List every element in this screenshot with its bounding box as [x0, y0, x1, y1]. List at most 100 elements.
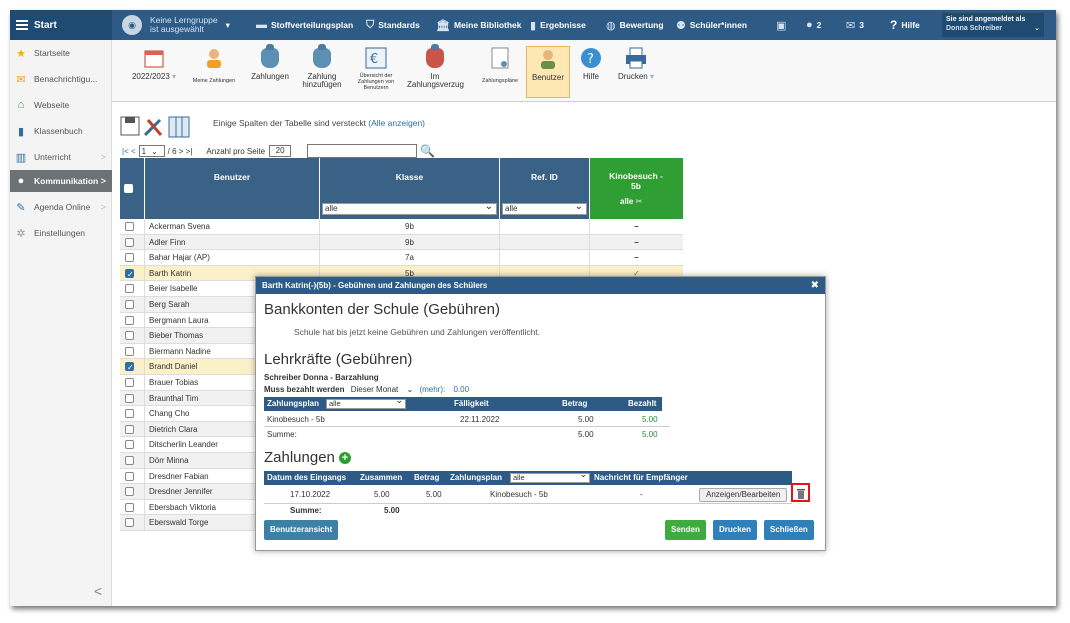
row-checkbox[interactable] [125, 331, 134, 341]
row-checkbox[interactable] [125, 502, 134, 512]
money-bag-warning-icon [423, 44, 447, 70]
nav-stoffverteilungsplan[interactable]: ▬ Stoffverteilungsplan [256, 10, 353, 40]
row-checkbox[interactable] [125, 253, 134, 263]
ribbon-benutzer[interactable]: Benutzer [526, 46, 570, 98]
ribbon-drucken[interactable]: Drucken ▾ [612, 46, 660, 98]
school-year-selector[interactable]: 2022/2023 ▾ [126, 46, 182, 98]
open-book-icon: ▥ [15, 151, 27, 164]
collapse-sidebar-button[interactable]: < [94, 583, 102, 599]
user-menu[interactable]: Sie sind angemeldet als Donna Schreiber … [942, 13, 1044, 37]
sidebar-item-klassenbuch[interactable]: ▮ Klassenbuch [10, 120, 112, 142]
row-checkbox[interactable] [125, 471, 134, 481]
help-button[interactable]: ? Hilfe [890, 10, 920, 40]
row-checkbox[interactable] [125, 300, 134, 309]
ribbon-im-zahlungsverzug[interactable]: Im Zahlungsverzug [406, 44, 464, 98]
add-payment-icon[interactable]: + [338, 452, 351, 465]
row-checkbox[interactable] [125, 409, 134, 419]
send-button[interactable]: Senden [665, 520, 706, 540]
ribbon-uebersicht[interactable]: € Übersicht der Zahlungen von Benutzern [350, 46, 402, 98]
columns-icon[interactable] [168, 116, 190, 140]
mail-button[interactable]: ✉ 3 [846, 10, 864, 40]
search-icon[interactable]: 🔍 [420, 144, 435, 158]
cell-kinobesuch: – [634, 253, 639, 263]
due-select[interactable]: Dieser Monat ⌄ [351, 385, 414, 394]
payment-plan-filter[interactable]: alle [510, 470, 590, 483]
page-select[interactable]: 1 ⌄ [138, 145, 165, 157]
select-all-checkbox[interactable] [124, 184, 133, 193]
row-checkbox[interactable] [125, 393, 134, 403]
lerngruppe-selector[interactable]: ◉ Keine Lerngruppe ist ausgewählt ▾ [122, 10, 230, 40]
column-refid[interactable]: Ref. ID alle [500, 158, 590, 219]
sidebar-item-unterricht[interactable]: ▥ Unterricht > [10, 146, 112, 168]
tools-icon[interactable]: ✂ [636, 197, 643, 206]
sidebar-item-agenda-online[interactable]: ✎ Agenda Online > [10, 196, 112, 218]
due-label: Muss bezahlt werden [264, 385, 345, 394]
nav-schueler[interactable]: ⚉ Schüler*innen [676, 10, 747, 40]
chat-button[interactable]: ● 2 [806, 10, 821, 40]
nav-standards[interactable]: ⛉ Standards [366, 10, 420, 40]
klasse-filter-select[interactable]: alle [322, 201, 497, 215]
start-menu-button[interactable]: Start [10, 10, 112, 40]
screen-icon[interactable]: ▣ [776, 10, 790, 40]
no-fees-text: Schule hat bis jetzt keine Gebühren und … [294, 327, 541, 337]
close-icon[interactable]: ✖ [811, 277, 819, 294]
dialog-title: Barth Katrin(-)(5b) - Gebühren und Zahlu… [256, 277, 825, 294]
fee-plan-filter[interactable]: alle [326, 396, 406, 409]
ribbon-zahlungen[interactable]: Zahlungen [246, 44, 294, 98]
print-button[interactable]: Drucken [713, 520, 758, 540]
mail-icon: ✉ [846, 19, 856, 32]
sidebar-item-webseite[interactable]: ⌂ Webseite [10, 94, 112, 116]
nav-meine-bibliothek[interactable]: 🏛 Meine Bibliothek [436, 10, 522, 40]
row-checkbox[interactable] [125, 378, 134, 387]
ribbon-zahlung-hinzufuegen[interactable]: Zahlung hinzufügen [298, 44, 346, 98]
sidebar-item-startseite[interactable]: ★ Startseite [10, 42, 112, 64]
row-checkbox[interactable] [125, 237, 134, 247]
search-input[interactable] [307, 144, 418, 158]
kino-filter[interactable]: alle [620, 197, 633, 206]
mail-count: 3 [859, 20, 864, 30]
save-icon[interactable] [120, 116, 140, 140]
sidebar-item-benachrichtigungen[interactable]: ✉ Benachrichtigu... [10, 68, 112, 90]
students-icon: ⚉ [676, 19, 686, 32]
more-link[interactable]: (mehr): [419, 385, 445, 394]
row-checkbox[interactable] [125, 284, 134, 294]
user-view-button[interactable]: Benutzeransicht [264, 520, 339, 540]
column-benutzer[interactable]: Benutzer [145, 158, 320, 219]
view-edit-button[interactable]: Anzeigen/Bearbeiten [699, 488, 788, 502]
nav-ergebnisse[interactable]: ▮ Ergebnisse [530, 10, 586, 40]
row-checkbox[interactable] [125, 346, 134, 356]
row-checkbox[interactable] [125, 456, 134, 465]
caret-down-icon: ▾ [650, 72, 655, 81]
tools-icon[interactable] [142, 116, 166, 140]
table-row[interactable]: Adler Finn 9b – [120, 234, 683, 251]
star-icon: ★ [16, 47, 26, 60]
row-checkbox[interactable] [125, 487, 134, 497]
ribbon-zahlungsplaene[interactable]: Zahlungspläne [476, 46, 524, 98]
close-button[interactable]: Schließen [764, 520, 814, 540]
row-checkbox[interactable] [125, 440, 134, 450]
ribbon-meine-zahlungen[interactable]: Meine Zahlungen [186, 46, 242, 98]
refid-filter-select[interactable]: alle [502, 201, 587, 215]
row-checkbox[interactable] [125, 267, 134, 281]
nav-bewertung[interactable]: ◍ Bewertung [606, 10, 664, 40]
ribbon-hilfe[interactable]: ? Hilfe [574, 46, 608, 98]
pager-first-prev[interactable]: |< < [122, 147, 136, 156]
sidebar: ★ Startseite ✉ Benachrichtigu... ⌂ Webseite… [10, 40, 112, 606]
column-kinobesuch[interactable]: Kinobesuch - 5b alle ✂ [590, 158, 683, 219]
pager-of-next-last[interactable]: / 6 > >| [168, 147, 193, 156]
per-page-input[interactable]: 20 [269, 145, 292, 157]
column-klasse[interactable]: Klasse alle [320, 158, 500, 219]
delete-payment-button[interactable] [791, 483, 810, 502]
row-checkbox[interactable] [125, 360, 134, 374]
row-checkbox[interactable] [125, 222, 134, 231]
row-checkbox[interactable] [125, 315, 134, 325]
row-checkbox[interactable] [125, 424, 134, 434]
sidebar-item-einstellungen[interactable]: ✲ Einstellungen [10, 222, 112, 244]
table-row[interactable]: Bahar Hajar (AP) 7a – [120, 250, 683, 266]
user-line1: Sie sind angemeldet als [946, 16, 1026, 23]
row-checkbox[interactable] [125, 518, 134, 528]
show-all-columns-link[interactable]: (Alle anzeigen) [368, 118, 425, 128]
chevron-right-icon: > [100, 152, 106, 162]
table-row[interactable]: Ackerman Svena 9b – [120, 219, 683, 235]
sidebar-item-kommunikation[interactable]: ● Kommunikation > [10, 170, 112, 192]
